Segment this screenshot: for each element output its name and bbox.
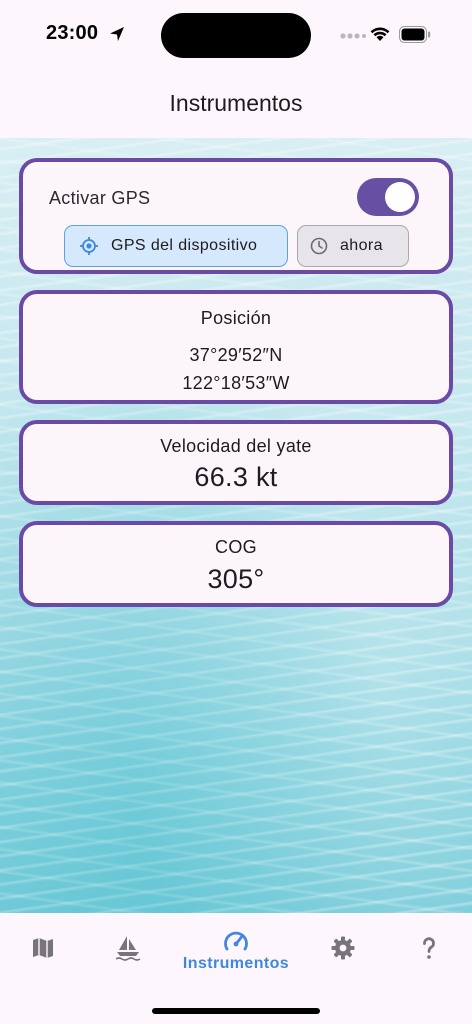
location-arrow-icon xyxy=(110,27,124,41)
now-chip[interactable]: ahora xyxy=(297,225,409,267)
bottom-navigation: Instrumentos xyxy=(0,913,472,1024)
latitude-value: 37°29′52″N xyxy=(189,345,283,365)
gps-toggle-switch[interactable] xyxy=(357,178,419,216)
gps-target-icon xyxy=(80,237,98,255)
status-time: 23:00 xyxy=(46,22,99,44)
position-card: Posición 37°29′52″N 122°18′53″W xyxy=(19,290,453,404)
nav-instrumentos[interactable] xyxy=(219,925,253,959)
toggle-knob xyxy=(385,182,415,212)
speed-card: Velocidad del yate 66.3 kt xyxy=(19,420,453,505)
cog-title: COG xyxy=(215,537,257,557)
now-chip-label: ahora xyxy=(340,237,383,254)
device-gps-chip-label: GPS del dispositivo xyxy=(111,237,258,254)
gauge-icon xyxy=(224,931,248,951)
page-title: Instrumentos xyxy=(169,90,303,116)
nav-settings[interactable] xyxy=(326,931,360,965)
status-bar: 23:00 xyxy=(0,0,472,70)
help-icon xyxy=(423,937,435,959)
battery-icon xyxy=(399,26,431,43)
cellular-signal-icon xyxy=(340,33,366,39)
speed-value: 66.3 kt xyxy=(194,462,278,492)
wifi-icon xyxy=(370,27,390,41)
home-indicator xyxy=(152,1008,320,1014)
position-title: Posición xyxy=(200,308,272,328)
gps-toggle-label: Activar GPS xyxy=(49,188,151,208)
device-gps-chip[interactable]: GPS del dispositivo xyxy=(64,225,288,267)
clock-icon xyxy=(310,237,328,255)
longitude-value: 122°18′53″W xyxy=(182,373,290,393)
gear-icon xyxy=(331,936,355,960)
gps-card: Activar GPS GPS del dispositivo ahora xyxy=(19,158,453,274)
cog-card: COG 305° xyxy=(19,521,453,607)
cog-value: 305° xyxy=(207,564,265,594)
dynamic-island xyxy=(161,13,311,58)
nav-instrumentos-label[interactable]: Instrumentos xyxy=(0,955,472,973)
nav-help[interactable] xyxy=(412,931,446,965)
speed-title: Velocidad del yate xyxy=(160,436,312,456)
